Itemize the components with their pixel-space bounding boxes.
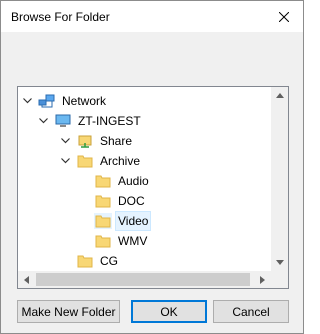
tree-item-label: ZT-INGEST [78, 114, 141, 128]
tree-item-audio[interactable]: Audio [94, 171, 151, 191]
tree-item-label: Video [114, 211, 152, 231]
folder-icon [94, 213, 112, 229]
vertical-scrollbar[interactable] [271, 87, 288, 271]
tree-item-network[interactable]: Network [22, 91, 108, 111]
chevron-down-icon[interactable] [38, 116, 48, 126]
folder-icon [94, 193, 112, 209]
cancel-button[interactable]: Cancel [213, 300, 289, 323]
tree-item-archive[interactable]: Archive [60, 151, 142, 171]
chevron-down-icon[interactable] [60, 136, 70, 146]
chevron-down-icon[interactable] [60, 156, 70, 166]
browse-for-folder-dialog: Browse For Folder Network ZT-INGEST Shar… [0, 0, 304, 334]
tree-item-label: Archive [100, 154, 141, 168]
tree-item-label: Network [62, 94, 107, 108]
tree-item-label: Share [100, 134, 133, 148]
scrollbar-corner [271, 271, 288, 288]
folder-icon [94, 233, 112, 249]
horizontal-scrollbar[interactable] [18, 271, 271, 288]
scroll-left-arrow-icon[interactable] [18, 271, 35, 288]
title-bar: Browse For Folder [1, 1, 303, 32]
tree-item-wmv[interactable]: WMV [94, 231, 149, 251]
make-new-folder-button[interactable]: Make New Folder [17, 300, 120, 323]
folder-tree[interactable]: Network ZT-INGEST Share Archive Audio DO… [17, 86, 289, 289]
close-button[interactable] [265, 1, 303, 32]
tree-item-label: WMV [118, 234, 148, 248]
tree-item-label: Audio [118, 174, 149, 188]
ok-button[interactable]: OK [131, 300, 207, 323]
tree-item-cg[interactable]: CG [76, 251, 120, 271]
scroll-up-arrow-icon[interactable] [271, 87, 288, 104]
close-icon [279, 11, 289, 22]
folder-icon [94, 173, 112, 189]
scroll-right-arrow-icon[interactable] [254, 271, 271, 288]
tree-item-label: DOC [118, 194, 145, 208]
chevron-down-icon[interactable] [22, 96, 32, 106]
tree-item-zt-ingest[interactable]: ZT-INGEST [38, 111, 143, 131]
tree-item-share[interactable]: Share [60, 131, 134, 151]
tree-item-video[interactable]: Video [94, 211, 152, 231]
network-icon [38, 93, 56, 109]
folder-icon [76, 153, 94, 169]
tree-item-doc[interactable]: DOC [94, 191, 147, 211]
tree-item-label: CG [100, 254, 118, 268]
window-title: Browse For Folder [11, 10, 110, 24]
computer-icon [54, 113, 72, 129]
folder-icon [76, 253, 94, 269]
horizontal-scroll-thumb[interactable] [36, 273, 250, 286]
shared-folder-icon [76, 133, 94, 149]
scroll-down-arrow-icon[interactable] [271, 254, 288, 271]
